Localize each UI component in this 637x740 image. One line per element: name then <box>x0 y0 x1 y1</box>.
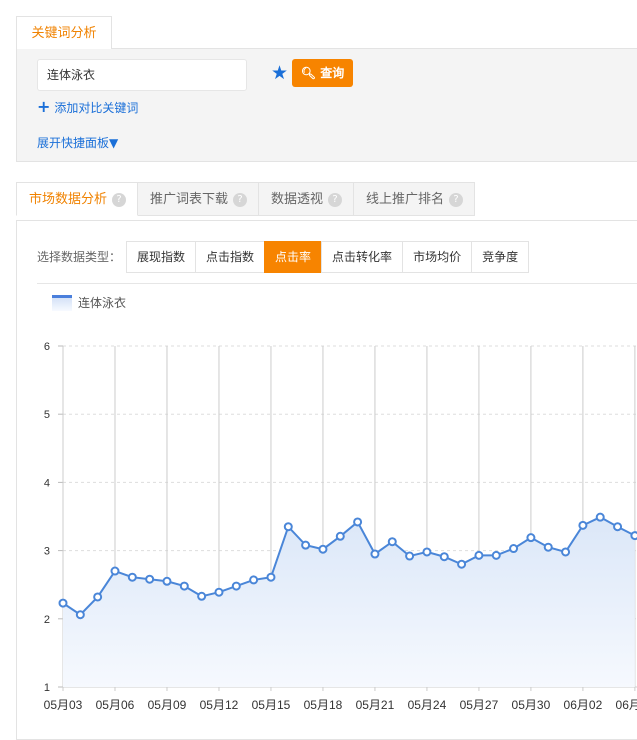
data-point <box>353 517 363 527</box>
data-point <box>301 540 311 550</box>
data-point <box>75 610 85 620</box>
data-point <box>613 522 623 532</box>
help-icon[interactable]: ? <box>112 193 127 207</box>
y-tick-label: 1 <box>44 682 50 694</box>
data-point <box>387 537 397 547</box>
x-tick-label: 05月30 <box>512 698 551 712</box>
data-point <box>249 575 259 585</box>
y-tick-label: 6 <box>44 341 50 353</box>
data-point <box>405 551 415 561</box>
tab-market-data[interactable]: 市场数据分析? <box>16 182 139 216</box>
data-point <box>318 544 328 554</box>
data-point <box>595 512 605 522</box>
data-point <box>422 547 432 557</box>
series-area <box>63 517 635 687</box>
data-point <box>561 547 571 557</box>
data-point <box>266 572 276 582</box>
x-tick-label: 05月24 <box>408 698 447 712</box>
y-tick-label: 4 <box>44 477 50 489</box>
data-point <box>543 542 553 552</box>
data-point <box>370 549 380 559</box>
data-point <box>335 531 345 541</box>
data-point <box>283 522 293 532</box>
y-tick-label: 2 <box>44 614 50 626</box>
data-point <box>110 566 120 576</box>
data-point <box>127 572 137 582</box>
data-point <box>231 581 241 591</box>
data-point <box>179 581 189 591</box>
x-tick-label: 05月21 <box>356 698 395 712</box>
x-tick-label: 05月09 <box>148 698 187 712</box>
y-tick-label: 3 <box>44 546 50 558</box>
data-point <box>197 591 207 601</box>
ctr-chart: 1 2 3 4 5 6 05月03 05月06 05月09 05月12 05月15 05月18 05月2… <box>44 341 637 712</box>
data-point <box>58 598 68 608</box>
x-tick-label: 05月18 <box>304 698 343 712</box>
x-tick-label: 05月03 <box>44 698 83 712</box>
tab-keyword-analysis[interactable]: 关键词分析 <box>16 16 112 49</box>
data-point <box>509 544 519 554</box>
data-point <box>526 533 536 543</box>
data-point <box>491 550 501 560</box>
x-tick-label: 06月05 <box>616 698 637 712</box>
y-tick-label: 5 <box>44 409 50 421</box>
data-point <box>214 587 224 597</box>
x-tick-label: 06月02 <box>564 698 603 712</box>
data-point <box>630 531 637 541</box>
data-point <box>162 576 172 586</box>
x-tick-label: 05月12 <box>200 698 239 712</box>
data-point <box>439 552 449 562</box>
data-point <box>457 559 467 569</box>
data-point <box>93 592 103 602</box>
x-tick-label: 05月06 <box>96 698 135 712</box>
data-point <box>578 520 588 530</box>
x-tick-label: 05月27 <box>460 698 499 712</box>
data-point <box>474 550 484 560</box>
data-point <box>145 574 155 584</box>
x-tick-label: 05月15 <box>252 698 291 712</box>
